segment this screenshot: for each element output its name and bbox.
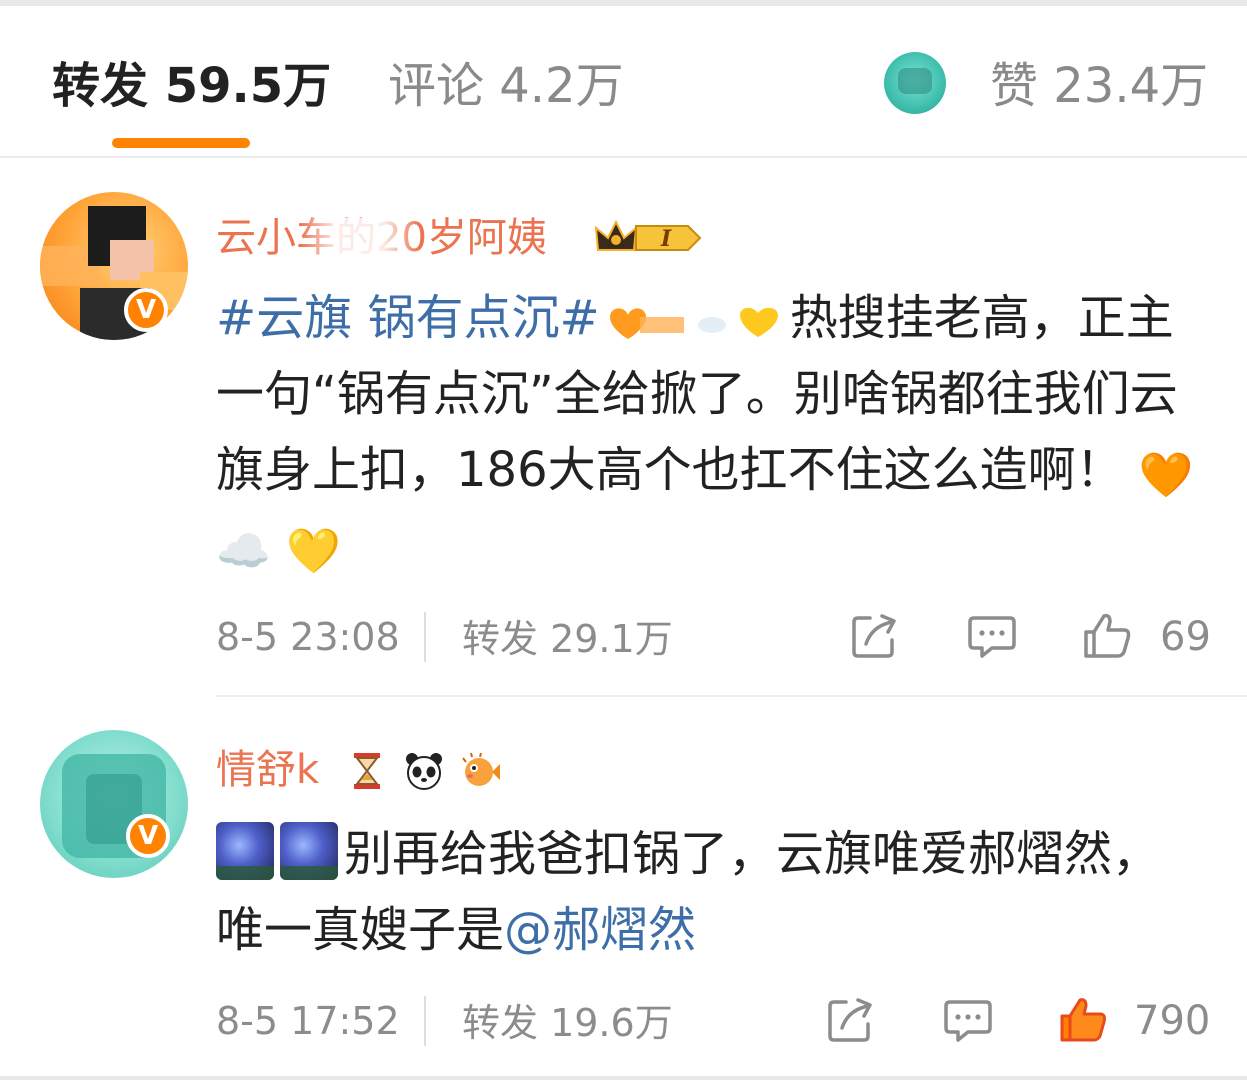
tab-bar: 转发 59.5万 评论 4.2万 赞 23.4万: [0, 6, 1247, 158]
hourglass-icon: [354, 753, 380, 789]
share-icon[interactable]: [824, 994, 876, 1046]
timestamp: 8-5 23:08: [216, 615, 400, 659]
repost-count[interactable]: 转发 29.1万: [462, 616, 673, 662]
panda-icon: [406, 753, 443, 790]
username[interactable]: 情舒k: [216, 744, 319, 796]
liker-avatar[interactable]: [884, 52, 946, 114]
cloud-icon: ☁️: [216, 526, 271, 577]
repost-item[interactable]: V 情舒k 别再给我爸扣锅了，云旗唯爱郝熠然，唯一真嫂子是@郝熠然 8-5 17…: [0, 698, 1247, 1080]
thumbs-up-liked-icon[interactable]: [1058, 994, 1110, 1046]
yellow-heart-icon: 💛: [286, 526, 341, 577]
pufferfish-icon: [462, 752, 501, 786]
verified-badge: V: [126, 814, 170, 858]
timestamp: 8-5 17:52: [216, 999, 400, 1043]
tab-likes[interactable]: 赞 23.4万: [990, 56, 1208, 116]
avatar[interactable]: [40, 730, 188, 878]
verified-badge: V: [124, 288, 168, 332]
like-count: 790: [1134, 998, 1211, 1044]
repost-item[interactable]: V 云小车的20岁阿姨 I #云旗 锅有点沉# 热搜挂老高，正主一句“锅有点沉”…: [0, 160, 1247, 696]
heart-emoji-strip-icon: [609, 307, 778, 339]
repost-meta: 8-5 17:52 转发 19.6万 790: [216, 990, 1216, 1050]
name-icons: [346, 750, 512, 794]
crown-member-icon[interactable]: I: [592, 216, 704, 260]
tab-comments[interactable]: 评论 4.2万: [388, 56, 624, 116]
orange-heart-icon: 🧡: [1138, 450, 1194, 501]
mention-link[interactable]: @郝熠然: [504, 902, 696, 958]
comment-icon[interactable]: [942, 994, 994, 1046]
item-divider: [216, 695, 1247, 697]
share-icon[interactable]: [848, 610, 900, 662]
repost-meta: 8-5 23:08 转发 29.1万 69: [216, 606, 1216, 666]
tab-reposts[interactable]: 转发 59.5万: [52, 56, 331, 116]
galaxy-sticker-icon: [280, 822, 338, 880]
comment-icon[interactable]: [966, 610, 1018, 662]
divider: [424, 996, 426, 1046]
repost-count[interactable]: 转发 19.6万: [462, 1000, 673, 1046]
mosaic-blur: [300, 218, 420, 262]
repost-text: #云旗 锅有点沉# 热搜挂老高，正主一句“锅有点沉”全给掀了。别啥锅都往我们云旗…: [216, 280, 1206, 584]
member-level: I: [660, 226, 672, 252]
like-count: 69: [1160, 614, 1211, 660]
repost-text: 别再给我爸扣锅了，云旗唯爱郝熠然，唯一真嫂子是@郝熠然: [216, 816, 1206, 968]
hashtag-link[interactable]: #云旗 锅有点沉#: [216, 290, 600, 346]
bottom-edge: [0, 1076, 1247, 1080]
galaxy-sticker-icon: [216, 822, 274, 880]
active-tab-indicator: [112, 138, 250, 148]
divider: [424, 612, 426, 662]
thumbs-up-icon[interactable]: [1082, 610, 1134, 662]
